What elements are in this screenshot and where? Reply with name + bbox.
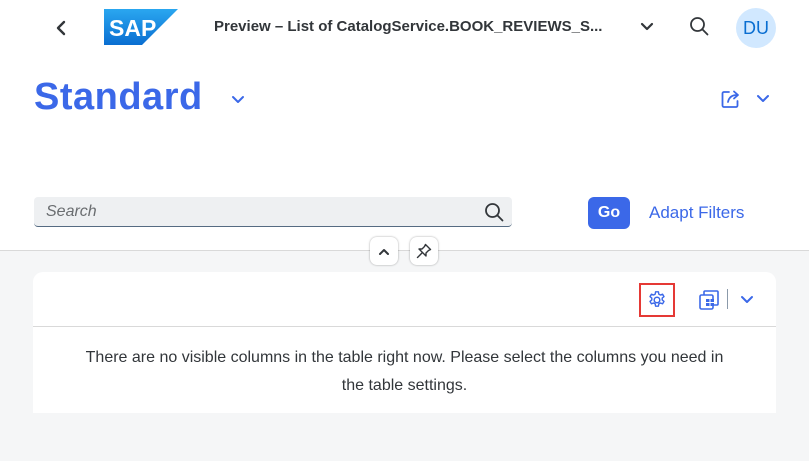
chevron-down-icon: [232, 96, 244, 103]
gear-icon: [649, 291, 665, 307]
chevron-down-icon: [640, 22, 654, 31]
back-button[interactable]: [48, 14, 76, 42]
chevron-down-icon: [741, 296, 753, 303]
chevron-up-icon: [379, 248, 389, 255]
chevron-down-icon: [757, 95, 769, 102]
table-card: There are no visible columns in the tabl…: [33, 272, 776, 413]
chevron-left-icon: [56, 20, 66, 36]
collapse-header-button[interactable]: [370, 237, 398, 265]
export-button[interactable]: [695, 286, 723, 314]
app-title: Preview – List of CatalogService.BOOK_RE…: [214, 18, 603, 35]
search-icon: [690, 17, 709, 36]
variant-title[interactable]: Standard: [34, 76, 203, 119]
sap-logo-text: SAP: [109, 15, 156, 41]
adapt-filters-button[interactable]: Adapt Filters: [649, 203, 744, 223]
share-icon: [721, 90, 739, 108]
share-button[interactable]: [720, 86, 770, 112]
go-button[interactable]: Go: [588, 197, 630, 229]
table-settings-button[interactable]: [639, 283, 675, 317]
search-submit-button[interactable]: [482, 200, 506, 224]
no-columns-message: There are no visible columns in the tabl…: [33, 344, 776, 400]
page-header: Standard Go: [0, 56, 809, 251]
page: SAP Preview – List of CatalogService.BOO…: [0, 0, 809, 461]
export-spreadsheet-icon: [699, 290, 719, 310]
search-field: [34, 197, 512, 227]
variant-menu-button[interactable]: [228, 90, 248, 110]
user-avatar[interactable]: DU: [736, 8, 776, 48]
pin-header-button[interactable]: [410, 237, 438, 265]
no-columns-message-line1: There are no visible columns in the tabl…: [85, 349, 724, 366]
pin-icon: [416, 243, 432, 259]
no-columns-message-line2: the table settings.: [341, 377, 468, 394]
search-input[interactable]: [34, 197, 474, 226]
table-toolbar: [33, 272, 776, 327]
export-menu-button[interactable]: [735, 288, 759, 312]
sap-logo: SAP: [104, 9, 178, 45]
toolbar-separator: [727, 289, 728, 309]
search-icon: [485, 203, 504, 222]
shell-search-button[interactable]: [685, 12, 713, 40]
title-menu-button[interactable]: [634, 14, 660, 40]
shell-bar: SAP Preview – List of CatalogService.BOO…: [0, 0, 809, 56]
